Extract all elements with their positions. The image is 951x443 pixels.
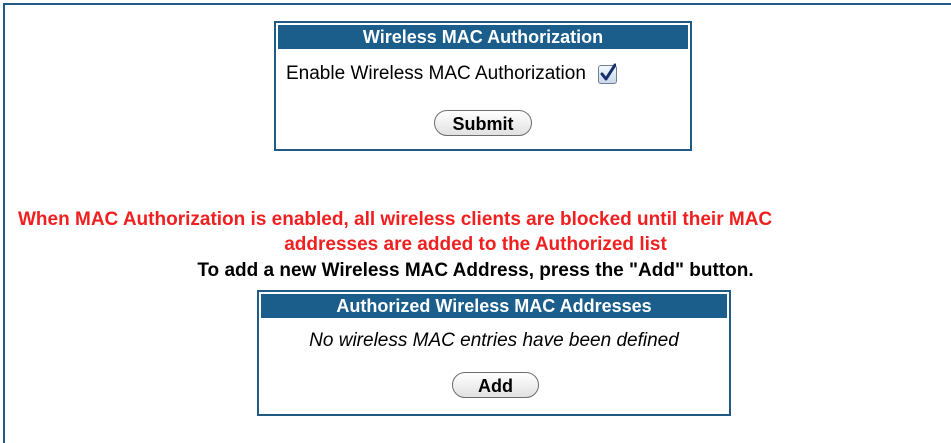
- add-instruction-text: To add a new Wireless MAC Address, press…: [197, 260, 754, 281]
- add-button[interactable]: Add: [452, 372, 539, 398]
- warning-notice-line-1: When MAC Authorization is enabled, all w…: [18, 209, 773, 230]
- authorized-addresses-panel: Authorized Wireless MAC Addresses No wir…: [257, 290, 731, 416]
- enable-mac-authorization-row: Enable Wireless MAC Authorization: [286, 63, 617, 85]
- submit-button[interactable]: Submit: [434, 110, 532, 136]
- authorized-addresses-header: Authorized Wireless MAC Addresses: [261, 294, 727, 318]
- enable-mac-authorization-checkbox[interactable]: [597, 63, 617, 84]
- checkmark-icon: [600, 63, 616, 80]
- warning-notice-line-2: addresses are added to the Authorized li…: [284, 234, 667, 255]
- mac-authorization-panel: Wireless MAC Authorization Enable Wirele…: [274, 21, 692, 151]
- enable-mac-authorization-label: Enable Wireless MAC Authorization: [286, 63, 586, 84]
- mac-authorization-header: Wireless MAC Authorization: [278, 25, 688, 49]
- empty-list-message: No wireless MAC entries have been define…: [309, 330, 679, 351]
